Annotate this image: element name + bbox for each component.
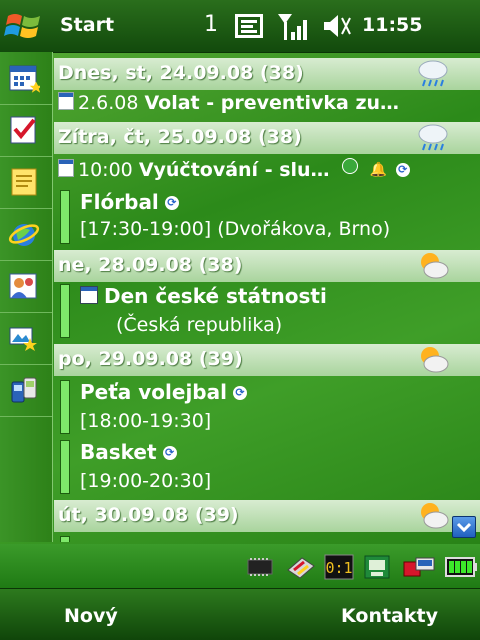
sync-icon: ⟳: [162, 446, 177, 460]
softkey-left-new[interactable]: Nový: [64, 605, 118, 627]
svg-text:0:1: 0:1: [325, 559, 352, 577]
sim-toolkit-icon[interactable]: [362, 554, 394, 580]
rain-cloud-icon: [418, 124, 448, 151]
scroll-down-button[interactable]: [452, 516, 476, 538]
device-sync-icon[interactable]: [402, 554, 436, 580]
notification-count[interactable]: 1: [204, 12, 218, 37]
partly-sunny-icon: [421, 253, 449, 279]
pictures-icon: [9, 327, 37, 351]
day-header[interactable]: út, 30.09.08 (39): [54, 500, 480, 532]
sync-icon: ⟳: [395, 163, 410, 177]
softkey-bar: Nový Kontakty: [0, 588, 480, 640]
agenda-list[interactable]: Dnes, st, 24.09.08 (38) 2.6.08 Volat - p…: [54, 54, 480, 542]
allday-event-title[interactable]: Den české státnosti: [80, 284, 327, 308]
priority-icon: [341, 158, 358, 174]
appointment-detail: [17:30-19:00] (Dvořákova, Brno): [80, 218, 391, 240]
sync-icon: ⟳: [232, 386, 247, 400]
today-screen: Start 1 11:55 Dnes, st, 24.09.08 (38) 2.…: [0, 0, 480, 640]
calendar-icon: [9, 65, 40, 93]
tasks-icon: [10, 116, 36, 144]
start-menu-button[interactable]: Start: [60, 14, 114, 36]
appointment-title[interactable]: Peťa volejbal ⟳: [80, 380, 247, 404]
busy-status-bar: [60, 190, 70, 244]
softkey-right-contacts[interactable]: Kontakty: [341, 605, 438, 627]
sidebar-item-calendar[interactable]: [0, 52, 52, 105]
appointment-title[interactable]: Flórbal ⟳: [80, 190, 179, 214]
contacts-icon: [9, 273, 37, 299]
storage-card-icon[interactable]: [284, 554, 318, 580]
day-header[interactable]: Dnes, st, 24.09.08 (38): [54, 58, 480, 90]
rain-cloud-icon: [418, 60, 448, 87]
appointment-detail: [18:00-19:30]: [80, 410, 212, 432]
reminder-bell-icon: 🔔: [369, 162, 388, 178]
sidebar-item-notes[interactable]: [0, 156, 52, 209]
clock[interactable]: 11:55: [362, 14, 422, 36]
launcher-sidebar: [0, 52, 53, 542]
volume-muted-icon[interactable]: [322, 12, 352, 40]
sidebar-item-tasks[interactable]: [0, 104, 52, 157]
sidebar-item-contacts[interactable]: [0, 260, 52, 313]
task-item[interactable]: 10:00 Vyúčtování - slu… 🔔 ⟳: [58, 158, 410, 181]
day-header[interactable]: Zítra, čt, 25.09.08 (38): [54, 122, 480, 154]
calendar-grid-icon: [80, 286, 98, 304]
day-header[interactable]: po, 29.09.08 (39): [54, 344, 480, 376]
title-bar: Start 1 11:55: [0, 0, 480, 53]
sync-icon: ⟳: [164, 196, 179, 210]
messaging-icon: [11, 377, 37, 403]
internet-explorer-icon: [8, 224, 40, 246]
memory-chip-icon[interactable]: [244, 554, 276, 580]
task-note-icon: [58, 92, 74, 110]
message-icon[interactable]: [232, 12, 266, 40]
busy-status-bar: [60, 440, 70, 494]
signal-strength-icon[interactable]: [276, 12, 310, 40]
busy-status-bar: [60, 536, 70, 542]
appointment-detail: [19:00-20:30]: [80, 470, 212, 492]
battery-icon[interactable]: [444, 554, 478, 580]
digital-counter-icon[interactable]: 0:1: [324, 554, 354, 580]
sidebar-item-internet-explorer[interactable]: [0, 208, 52, 261]
system-tray: 0:1: [0, 544, 480, 588]
day-header[interactable]: ne, 28.09.08 (38): [54, 250, 480, 282]
task-item[interactable]: 2.6.08 Volat - preventivka zu…: [58, 92, 399, 114]
allday-event-detail: (Česká republika): [116, 314, 283, 336]
chevron-down-icon: [456, 522, 472, 533]
task-note-icon: [58, 159, 74, 177]
windows-logo-icon[interactable]: [4, 8, 44, 44]
sidebar-item-pictures[interactable]: [0, 312, 52, 365]
busy-status-bar: [60, 380, 70, 434]
sidebar-item-messaging[interactable]: [0, 364, 52, 417]
partly-sunny-icon: [421, 347, 449, 373]
busy-status-bar: [60, 284, 70, 338]
partly-sunny-icon: [421, 503, 449, 529]
appointment-title[interactable]: Basket ⟳: [80, 440, 177, 464]
notes-icon: [11, 168, 37, 196]
